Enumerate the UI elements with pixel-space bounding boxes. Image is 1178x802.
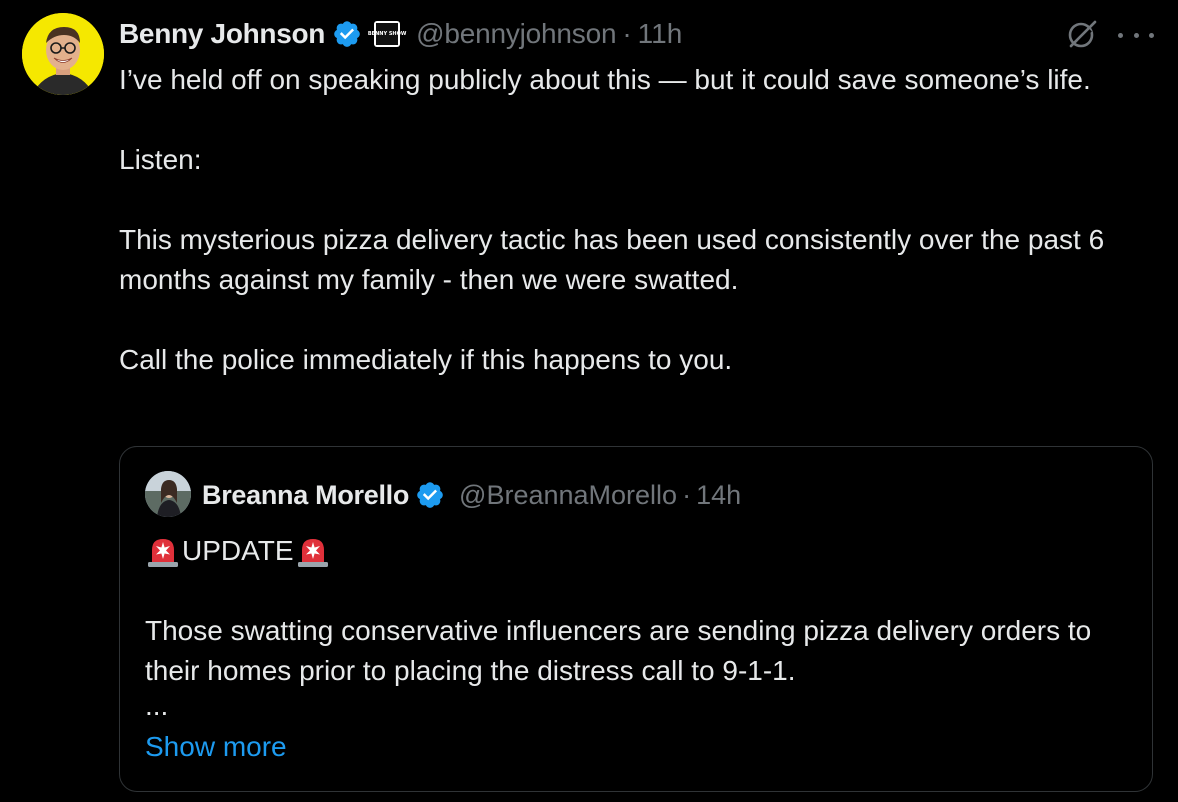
author-name[interactable]: Benny Johnson	[119, 18, 325, 50]
quoted-tweet-timestamp[interactable]: 14h	[696, 480, 741, 511]
dot-icon	[1118, 32, 1123, 38]
police-siren-icon	[297, 539, 328, 567]
quoted-author-name[interactable]: Breanna Morello	[202, 480, 409, 511]
more-options-icon[interactable]	[1118, 20, 1154, 50]
dot-icon	[1133, 32, 1139, 38]
tweet-paragraph: Listen:	[119, 144, 202, 175]
quoted-header-separator: ·	[682, 479, 692, 510]
tweet-paragraph: This mysterious pizza delivery tactic ha…	[119, 224, 1112, 295]
tweet-timestamp[interactable]: 11h	[638, 18, 683, 50]
police-siren-icon	[148, 539, 178, 567]
show-more-link[interactable]: Show more	[145, 727, 1135, 767]
author-avatar[interactable]	[22, 13, 104, 95]
header-separator: ·	[622, 18, 632, 49]
tweet-detail: Benny Johnson BENNY SHOW @bennyjohnson ·…	[0, 0, 1178, 802]
tweet-text: I’ve held off on speaking publicly about…	[119, 60, 1159, 380]
quoted-author-avatar[interactable]	[145, 471, 191, 517]
quoted-tweet-card[interactable]: Breanna Morello @BreannaMorello · 14h UP…	[119, 446, 1153, 792]
tweet-paragraph: Call the police immediately if this happ…	[119, 344, 733, 375]
quoted-tweet-title: UPDATE	[145, 531, 1135, 571]
verified-badge-icon[interactable]	[332, 19, 362, 49]
affiliate-badge-icon[interactable]: BENNY SHOW	[368, 21, 406, 47]
affiliate-badge-text: BENNY SHOW	[368, 23, 406, 45]
quoted-tweet-title-text: UPDATE	[182, 535, 294, 566]
grok-icon[interactable]	[1064, 16, 1100, 52]
quoted-author-handle[interactable]: @BreannaMorello	[459, 480, 677, 511]
quoted-tweet-text: UPDATE Those swatting conservative influ…	[145, 531, 1135, 767]
author-handle[interactable]: @bennyjohnson	[416, 18, 616, 50]
quoted-tweet-header: Breanna Morello @BreannaMorello · 14h	[202, 475, 741, 515]
tweet-header: Benny Johnson BENNY SHOW @bennyjohnson ·…	[119, 14, 682, 54]
verified-badge-icon[interactable]	[415, 480, 445, 510]
tweet-paragraph: I’ve held off on speaking publicly about…	[119, 64, 1091, 95]
quoted-tweet-paragraph: Those swatting conservative influencers …	[145, 615, 1100, 686]
quoted-tweet-ellipsis: ...	[145, 690, 169, 721]
dot-icon	[1149, 32, 1154, 38]
